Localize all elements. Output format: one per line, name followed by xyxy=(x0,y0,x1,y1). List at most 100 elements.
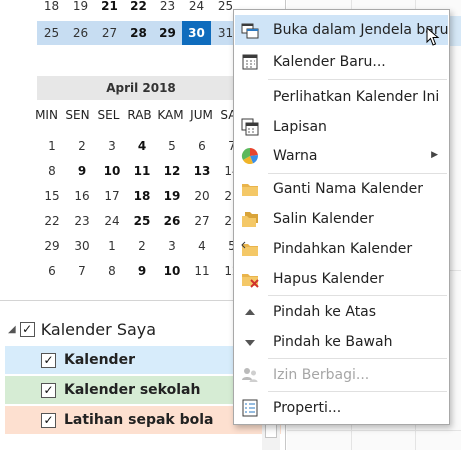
mini-calendar-week-row-selected: 25 26 27 28 29 30 31 xyxy=(37,21,240,45)
mini-calendar-date[interactable]: 7 xyxy=(67,259,97,284)
mini-calendar-date[interactable]: 20 xyxy=(187,184,217,209)
menu-item-label: Hapus Kalender xyxy=(273,271,384,287)
menu-item-properties[interactable]: Properti... xyxy=(235,393,448,423)
mini-calendar-date[interactable]: 19 xyxy=(66,0,95,18)
menu-item-label: Ganti Nama Kalender xyxy=(273,181,423,197)
move-up-icon xyxy=(245,309,255,315)
mini-calendar-date[interactable]: 23 xyxy=(153,0,182,18)
mini-calendar-date[interactable]: 24 xyxy=(97,209,127,234)
mini-calendar-date[interactable]: 22 xyxy=(37,209,67,234)
menu-item-label: Buka dalam Jendela baru xyxy=(273,22,449,38)
mini-calendar-date[interactable]: 18 xyxy=(127,184,157,209)
menu-item-show-this-calendar[interactable]: Perlihatkan Kalender Ini xyxy=(235,82,448,112)
mini-calendar-date[interactable]: 6 xyxy=(37,259,67,284)
calendar-group-name: Kalender Saya xyxy=(40,319,157,339)
mini-calendar-date[interactable]: 27 xyxy=(187,209,217,234)
group-checkbox[interactable]: ✓ xyxy=(19,321,35,337)
new-calendar-icon xyxy=(242,54,258,70)
mini-calendar-date[interactable]: 25 xyxy=(37,21,66,45)
move-down-icon xyxy=(245,340,255,346)
calendar-checkbox[interactable]: ✓ xyxy=(41,352,56,368)
mini-calendar-date[interactable]: 23 xyxy=(67,209,97,234)
mini-calendar-date[interactable]: 19 xyxy=(157,184,187,209)
mini-calendar-week-row: 18 19 21 22 23 24 25 xyxy=(37,0,240,18)
mini-calendar-date[interactable]: 2 xyxy=(67,134,97,159)
menu-item-delete-calendar[interactable]: Hapus Kalender xyxy=(235,264,448,294)
mini-calendar-date[interactable]: 13 xyxy=(187,159,217,184)
menu-item-label: Warna xyxy=(273,148,318,164)
calendar-item-label: Kalender xyxy=(64,352,135,368)
menu-item-sharing-permissions[interactable]: Izin Berbagi... xyxy=(235,360,448,390)
color-palette-icon xyxy=(241,147,258,165)
rename-folder-icon xyxy=(242,184,258,196)
weekday-label: RAB xyxy=(127,108,152,122)
mini-calendar-date[interactable]: 16 xyxy=(67,184,97,209)
menu-item-label: Salin Kalender xyxy=(273,211,374,227)
mini-calendar-date[interactable]: 6 xyxy=(187,134,217,159)
mini-calendar-date[interactable]: 2 xyxy=(127,234,157,259)
weekday-label: SEL xyxy=(97,108,120,122)
menu-item-new-calendar[interactable]: Kalender Baru... xyxy=(235,47,448,77)
mini-calendar-weekday-header: MINSENSELRABKAMJUMSAB xyxy=(31,108,248,122)
mini-calendar-date[interactable]: 24 xyxy=(182,0,211,18)
calendar-checkbox[interactable]: ✓ xyxy=(41,382,56,398)
mini-calendar-date[interactable]: 1 xyxy=(37,134,67,159)
mini-calendar-date[interactable]: 10 xyxy=(97,159,127,184)
mini-calendar-month-title[interactable]: April 2018 xyxy=(37,76,245,100)
weekday-label: JUM xyxy=(190,108,213,122)
mini-calendar-date[interactable]: 21 xyxy=(95,0,124,18)
mini-calendar-date[interactable]: 12 xyxy=(157,159,187,184)
sharing-permissions-icon xyxy=(242,368,258,382)
mini-calendar-week: 6 7 8 9 10 11 12 xyxy=(37,259,247,284)
mini-calendar-date[interactable]: 29 xyxy=(153,21,182,45)
menu-separator xyxy=(268,358,447,359)
mini-calendar-date[interactable]: 9 xyxy=(67,159,97,184)
mini-calendar-date[interactable]: 15 xyxy=(37,184,67,209)
mini-calendar-date[interactable]: 22 xyxy=(124,0,153,18)
properties-icon xyxy=(242,399,258,417)
menu-item-move-down[interactable]: Pindah ke Bawah xyxy=(235,327,448,357)
mini-calendar-date[interactable]: 4 xyxy=(187,234,217,259)
calendar-group-header[interactable]: ◢ ✓ Kalender Saya xyxy=(8,318,156,340)
mini-calendar-date[interactable]: 28 xyxy=(124,21,153,45)
mini-calendar-date[interactable]: 11 xyxy=(127,159,157,184)
menu-item-label: Perlihatkan Kalender Ini xyxy=(273,89,440,105)
menu-item-label: Izin Berbagi... xyxy=(273,367,370,383)
mini-calendar-date[interactable]: 18 xyxy=(37,0,66,18)
menu-item-label: Properti... xyxy=(273,400,342,416)
mini-calendar-date[interactable]: 1 xyxy=(97,234,127,259)
mini-calendar-date[interactable]: 3 xyxy=(157,234,187,259)
menu-item-rename-calendar[interactable]: Ganti Nama Kalender xyxy=(235,174,448,204)
calendar-checkbox[interactable]: ✓ xyxy=(41,412,56,428)
mini-calendar-date[interactable]: 29 xyxy=(37,234,67,259)
mini-calendar-date[interactable]: 17 xyxy=(97,184,127,209)
mini-calendar-date[interactable]: 4 xyxy=(127,134,157,159)
menu-item-copy-calendar[interactable]: Salin Kalender xyxy=(235,204,448,234)
mini-calendar-date[interactable]: 27 xyxy=(95,21,124,45)
menu-item-open-new-window[interactable]: Buka dalam Jendela baru xyxy=(235,15,449,46)
context-menu: Buka dalam Jendela baru Kalender Baru...… xyxy=(233,9,450,425)
mini-calendar-date[interactable]: 9 xyxy=(127,259,157,284)
mini-calendar-date[interactable]: 26 xyxy=(66,21,95,45)
mini-calendar-date[interactable]: 5 xyxy=(157,134,187,159)
mini-calendar-date-today[interactable]: 30 xyxy=(182,21,211,45)
menu-item-overlay[interactable]: Lapisan xyxy=(235,112,448,142)
mini-calendar-week: 8 9 10 11 12 13 14 xyxy=(37,159,247,184)
mini-calendar-date[interactable]: 25 xyxy=(127,209,157,234)
menu-item-label: Pindah ke Atas xyxy=(273,304,377,320)
menu-separator xyxy=(268,295,447,296)
menu-item-move-calendar[interactable]: Pindahkan Kalender xyxy=(235,234,448,264)
mini-calendar-date[interactable]: 11 xyxy=(187,259,217,284)
mini-calendar-date[interactable]: 3 xyxy=(97,134,127,159)
weekday-label: MIN xyxy=(35,108,58,122)
mini-calendar-date[interactable]: 30 xyxy=(67,234,97,259)
mini-calendar-date[interactable]: 8 xyxy=(97,259,127,284)
mini-calendar-date[interactable]: 10 xyxy=(157,259,187,284)
new-window-icon xyxy=(241,23,259,39)
submenu-arrow-icon: ▶ xyxy=(431,150,438,160)
mini-calendar-date[interactable]: 8 xyxy=(37,159,67,184)
mini-calendar-date[interactable]: 26 xyxy=(157,209,187,234)
collapse-triangle-icon[interactable]: ◢ xyxy=(8,324,16,335)
menu-item-move-up[interactable]: Pindah ke Atas xyxy=(235,297,448,327)
menu-item-color[interactable]: Warna ▶ xyxy=(235,141,448,171)
